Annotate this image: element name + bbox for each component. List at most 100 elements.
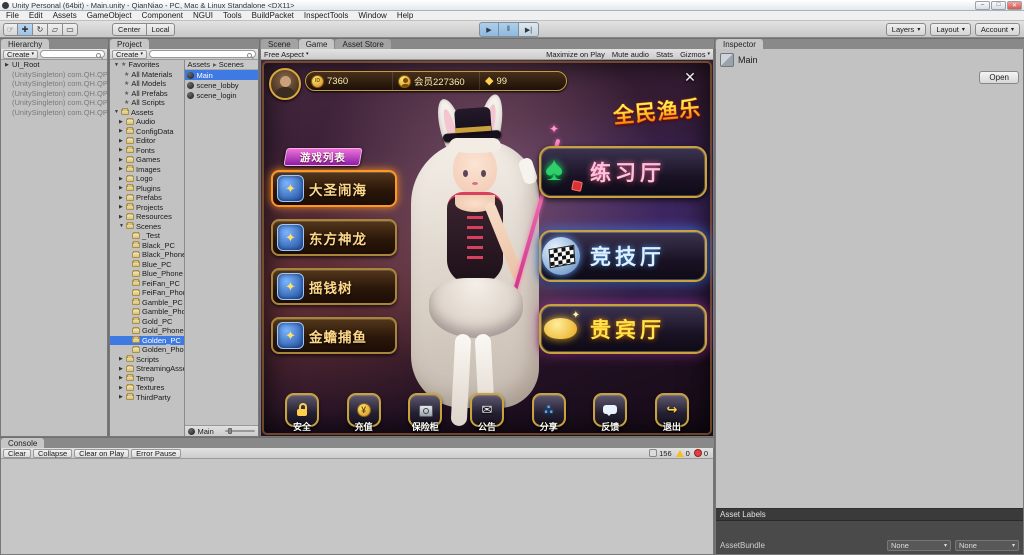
menu-item[interactable]: GameObject [82, 11, 137, 20]
folder-item[interactable]: ▶ Images [110, 165, 184, 175]
expand-arrow-icon[interactable]: ▶ [119, 119, 124, 125]
open-button[interactable]: Open [979, 71, 1019, 84]
favorites-item[interactable]: ★ All Materials [110, 70, 184, 80]
hall-button[interactable]: 练习厅 [539, 146, 707, 198]
game-close-button[interactable]: ✕ [681, 68, 699, 86]
tab-scene[interactable]: Scene [261, 39, 298, 49]
expand-arrow-icon[interactable]: ▶ [5, 62, 10, 68]
hall-button[interactable]: 贵宾厅 [539, 304, 707, 354]
expand-arrow-icon[interactable]: ▼ [119, 223, 124, 229]
menu-item[interactable]: Window [353, 11, 391, 20]
folder-item[interactable]: Gamble_Phone [110, 307, 184, 317]
scale-tool-icon[interactable]: ▱ [48, 23, 63, 36]
hierarchy-item[interactable]: ▶ (UnitySingleton) com.QH.QPGam [1, 70, 107, 80]
bottom-menu-item[interactable]: 反馈 [585, 393, 635, 433]
search-input[interactable] [150, 55, 255, 61]
folder-item[interactable]: Black_Phone [110, 250, 184, 260]
console-toolbar-button[interactable]: Error Pause [131, 449, 181, 458]
folder-item[interactable]: ▶ Plugins [110, 184, 184, 194]
expand-arrow-icon[interactable]: ▶ [119, 166, 124, 172]
game-button[interactable]: ✦ 金蟾捕鱼 [271, 317, 397, 354]
folder-item[interactable]: ▶ Prefabs [110, 193, 184, 203]
tab-asset-store[interactable]: Asset Store [335, 39, 390, 49]
expand-arrow-icon[interactable]: ▶ [119, 147, 124, 153]
folder-item[interactable]: Golden_PC [110, 336, 184, 346]
menu-item[interactable]: NGUI [188, 11, 218, 20]
search-input[interactable] [41, 55, 104, 61]
pan-tool-icon[interactable]: ☞ [3, 23, 18, 36]
hall-button[interactable]: 竞技厅 [539, 230, 707, 282]
favorites-item[interactable]: ★ All Scripts [110, 98, 184, 108]
folder-item[interactable]: ▶ ConfigData [110, 127, 184, 137]
folder-item[interactable]: ▶ Temp [110, 374, 184, 384]
tab-game[interactable]: Game [299, 39, 335, 49]
game-view-toggle[interactable]: Stats [656, 50, 673, 59]
create-button[interactable]: Create [112, 50, 147, 59]
bottom-menu-item[interactable]: 公告 [462, 393, 512, 433]
pause-button[interactable]: ‖ [499, 22, 519, 37]
breadcrumb-item[interactable]: Scenes [219, 60, 244, 69]
game-view-toggle[interactable]: Mute audio [612, 50, 649, 59]
folder-item-scenes[interactable]: ▼ Scenes [110, 222, 184, 232]
expand-arrow-icon[interactable]: ▶ [119, 204, 124, 210]
game-view-toggle[interactable]: Gizmos [680, 50, 710, 59]
folder-item[interactable]: Gold_Phone [110, 326, 184, 336]
folder-item[interactable]: _Test [110, 231, 184, 241]
expand-arrow-icon[interactable]: ▶ [119, 356, 124, 362]
expand-arrow-icon[interactable]: ▶ [119, 185, 124, 191]
folder-item[interactable]: ▶ Scripts [110, 355, 184, 365]
minimize-button[interactable]: – [975, 1, 990, 10]
folder-item[interactable]: Blue_Phone [110, 269, 184, 279]
hierarchy-item[interactable]: ▶ UI_Root [1, 60, 107, 70]
folder-item[interactable]: ▶ Logo [110, 174, 184, 184]
expand-arrow-icon[interactable]: ▶ [119, 366, 124, 372]
asset-file-row[interactable]: scene_login [185, 90, 259, 100]
expand-arrow-icon[interactable]: ▶ [119, 157, 124, 163]
bottom-menu-item[interactable]: 分享 [524, 393, 574, 433]
favorites-root[interactable]: ▼ ★ Favorites [110, 60, 184, 70]
hierarchy-item[interactable]: ▶ (UnitySingleton) com.QH.QPGam [1, 89, 107, 99]
console-toolbar-button[interactable]: Clear [3, 449, 31, 458]
rotate-tool-icon[interactable]: ↻ [33, 23, 48, 36]
folder-item[interactable]: Gold_PC [110, 317, 184, 327]
folder-item[interactable]: FeiFan_Phone [110, 288, 184, 298]
assets-root[interactable]: ▼ Assets [110, 108, 184, 118]
favorites-item[interactable]: ★ All Models [110, 79, 184, 89]
expand-arrow-icon[interactable]: ▶ [119, 195, 124, 201]
expand-arrow-icon[interactable]: ▶ [119, 394, 124, 400]
menu-item[interactable]: InspectTools [299, 11, 353, 20]
assetbundle-variant-dropdown[interactable]: None [955, 540, 1019, 551]
bottom-menu-item[interactable]: 安全 [277, 393, 327, 433]
favorites-item[interactable]: ★ All Prefabs [110, 89, 184, 99]
info-count[interactable]: 156 [649, 449, 672, 458]
folder-item[interactable]: ▶ Audio [110, 117, 184, 127]
folder-item[interactable]: Golden_Phone [110, 345, 184, 355]
folder-item[interactable]: Black_PC [110, 241, 184, 251]
folder-item[interactable]: ▶ Editor [110, 136, 184, 146]
space-toggle[interactable]: Local [147, 23, 176, 36]
aspect-dropdown[interactable]: Free Aspect [264, 50, 309, 59]
hierarchy-item[interactable]: ▶ (UnitySingleton) com.QH.QPGam [1, 108, 107, 118]
folder-item[interactable]: ▶ Fonts [110, 146, 184, 156]
close-button[interactable]: ✕ [1007, 1, 1022, 10]
folder-item[interactable]: ▶ Projects [110, 203, 184, 213]
rect-tool-icon[interactable]: ▭ [63, 23, 78, 36]
folder-item[interactable]: ▶ StreamingAssets [110, 364, 184, 374]
console-toolbar-button[interactable]: Clear on Play [74, 449, 129, 458]
menu-item[interactable]: BuildPacket [247, 11, 299, 20]
hierarchy-item[interactable]: ▶ (UnitySingleton) com.QH.QPGam [1, 98, 107, 108]
game-view-toggle[interactable]: Maximize on Play [546, 50, 605, 59]
folder-item[interactable]: ▶ Resources [110, 212, 184, 222]
tab-hierarchy[interactable]: Hierarchy [1, 39, 49, 49]
account-dropdown[interactable]: Account [975, 23, 1020, 36]
bottom-menu-item[interactable]: 充值 [339, 393, 389, 433]
menu-item[interactable]: Tools [218, 11, 247, 20]
tab-inspector[interactable]: Inspector [716, 39, 763, 49]
game-button[interactable]: ✦ 东方神龙 [271, 219, 397, 256]
expand-arrow-icon[interactable]: ▶ [119, 128, 124, 134]
maximize-button[interactable]: □ [991, 1, 1006, 10]
hierarchy-item[interactable]: ▶ (UnitySingleton) com.QH.QPGam [1, 79, 107, 89]
tab-console[interactable]: Console [1, 438, 44, 448]
bottom-menu-item[interactable]: 退出 [647, 393, 697, 433]
folder-item[interactable]: ▶ Games [110, 155, 184, 165]
